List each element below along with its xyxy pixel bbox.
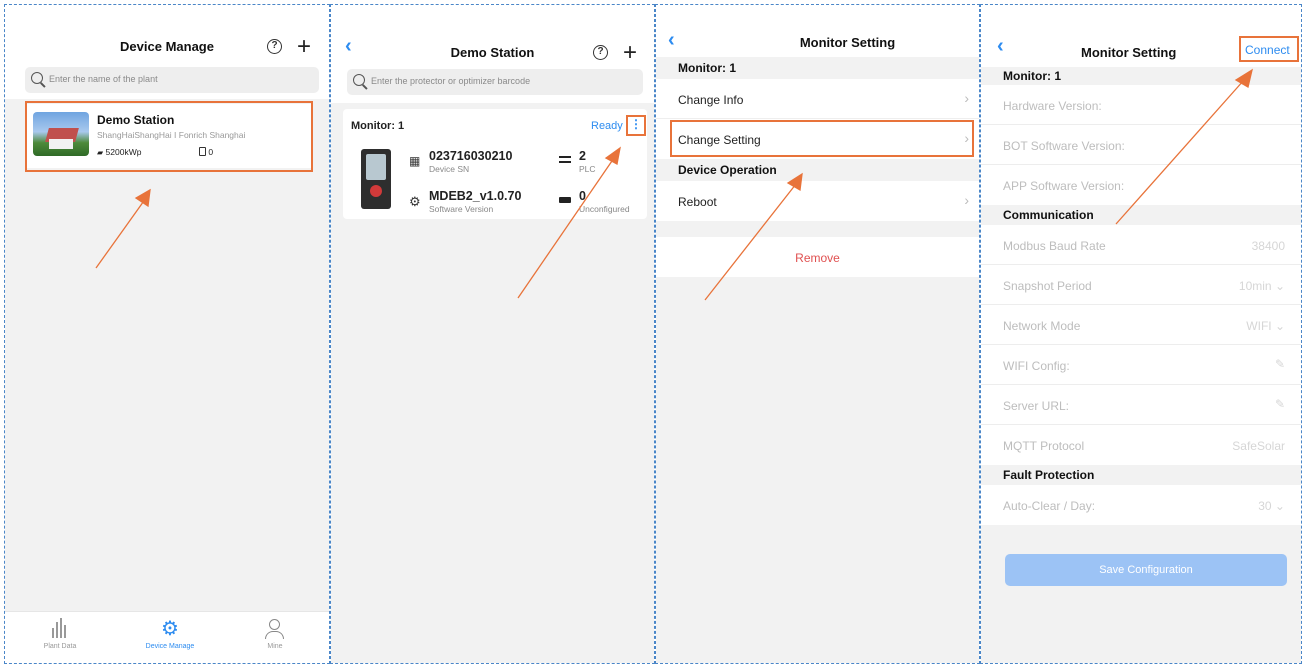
arrow-line [1115,79,1245,225]
arrow-head [604,146,621,165]
arrow-head [786,172,803,192]
arrow-line [517,157,615,299]
arrow-line [95,197,147,269]
arrow-head [134,188,151,208]
arrow-head [1234,68,1253,89]
arrow-line [704,183,797,301]
annotation-arrows [95,68,1253,301]
